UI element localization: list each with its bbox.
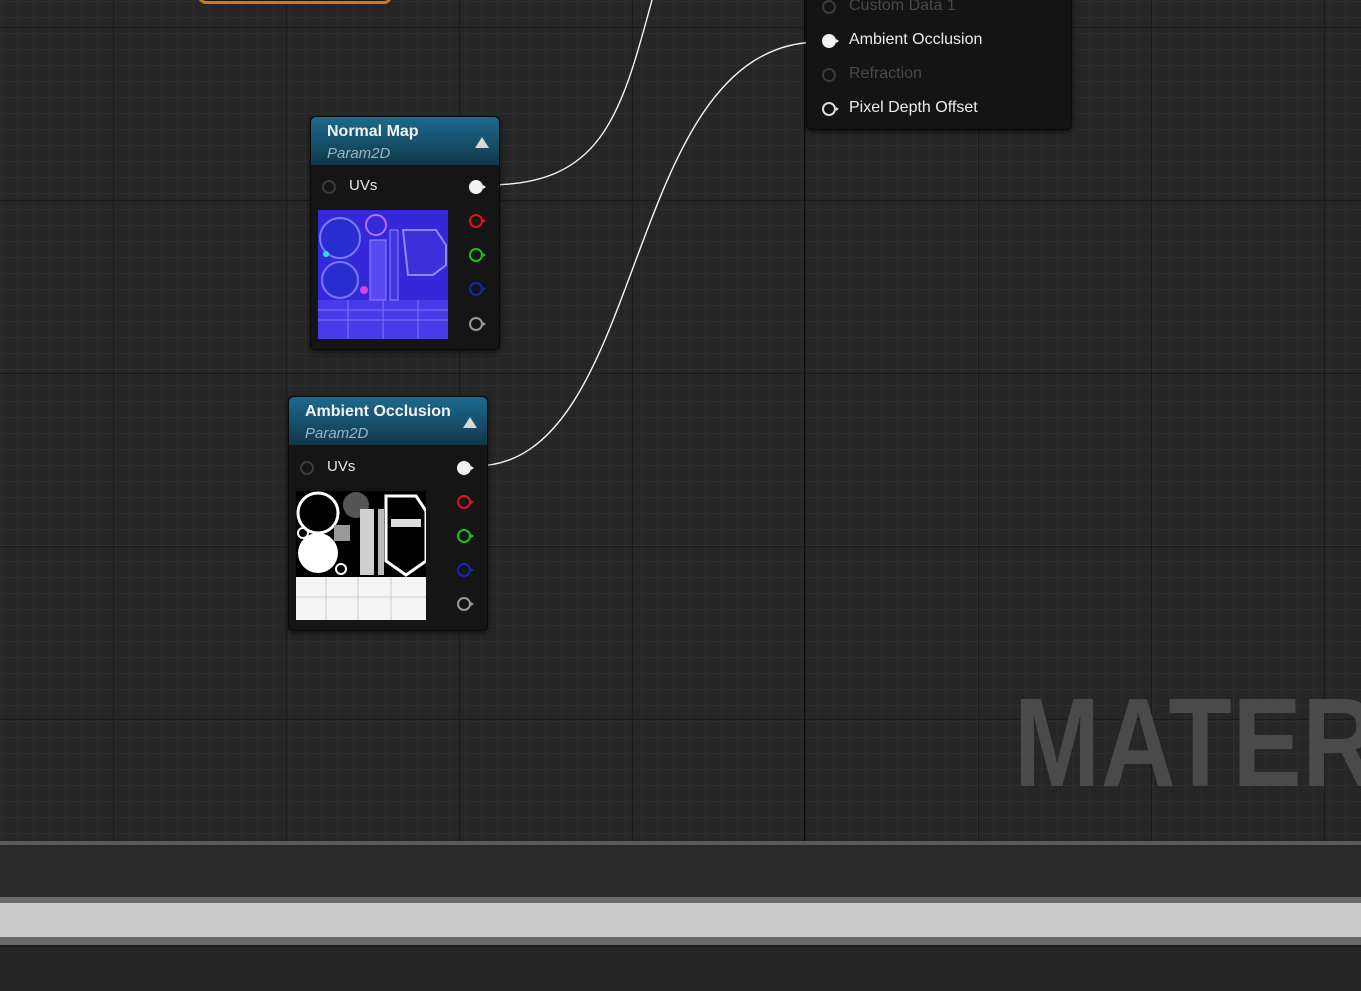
- refraction-label: Refraction: [849, 65, 922, 82]
- uvs-input-label: UVs: [349, 177, 378, 194]
- ambient-occlusion-label: Ambient Occlusion: [849, 31, 983, 48]
- uvs-input-pin[interactable]: [322, 180, 336, 194]
- normal-map-node[interactable]: Normal Map Param2D UVs: [310, 116, 500, 350]
- ambient-occlusion-node[interactable]: Ambient Occlusion Param2D UVs: [288, 396, 488, 631]
- alpha-output-pin[interactable]: [457, 597, 474, 611]
- node-header[interactable]: Ambient Occlusion Param2D: [289, 397, 487, 445]
- node-title: Ambient Occlusion: [305, 403, 451, 420]
- node-subtitle: Param2D: [327, 145, 391, 162]
- uvs-input-label: UVs: [327, 458, 356, 475]
- normal-map-thumbnail: [318, 210, 448, 339]
- uvs-input-pin[interactable]: [300, 461, 314, 475]
- blue-output-pin[interactable]: [469, 282, 486, 296]
- node-title: Normal Map: [327, 123, 419, 140]
- collapse-arrow-icon[interactable]: [463, 417, 477, 428]
- material-watermark: MATER: [1014, 672, 1361, 813]
- custom-data-1-pin[interactable]: [822, 0, 836, 14]
- refraction-pin[interactable]: [822, 68, 836, 82]
- rgb-output-pin[interactable]: [457, 461, 474, 475]
- node-subtitle: Param2D: [305, 425, 369, 442]
- rgb-output-pin[interactable]: [469, 180, 486, 194]
- red-output-pin[interactable]: [469, 214, 486, 228]
- custom-data-1-label: Custom Data 1: [849, 0, 956, 14]
- material-result-node[interactable]: Custom Data 1 Ambient Occlusion Refracti…: [806, 0, 1072, 130]
- wire-normal-rgb: [486, 0, 653, 186]
- node-header[interactable]: Normal Map Param2D: [311, 117, 499, 165]
- pixel-depth-offset-pin[interactable]: [822, 102, 839, 116]
- collapse-arrow-icon[interactable]: [475, 137, 489, 148]
- wire-ao-rgb: [474, 41, 821, 467]
- red-output-pin[interactable]: [457, 495, 474, 509]
- bottom-panel: [0, 945, 1361, 991]
- lower-panel: [0, 845, 1361, 898]
- pixel-depth-offset-label: Pixel Depth Offset: [849, 99, 978, 116]
- alpha-output-pin[interactable]: [469, 317, 486, 331]
- blue-output-pin[interactable]: [457, 563, 474, 577]
- material-graph-canvas[interactable]: Normal Map Param2D UVs Ambient Occlusion…: [0, 0, 1361, 841]
- horizontal-scrollbar-thumb[interactable]: [0, 903, 1361, 937]
- green-output-pin[interactable]: [469, 248, 486, 262]
- ambient-occlusion-thumbnail: [296, 491, 426, 620]
- comment-node[interactable]: [198, 0, 392, 4]
- ambient-occlusion-pin[interactable]: [822, 34, 839, 48]
- green-output-pin[interactable]: [457, 529, 474, 543]
